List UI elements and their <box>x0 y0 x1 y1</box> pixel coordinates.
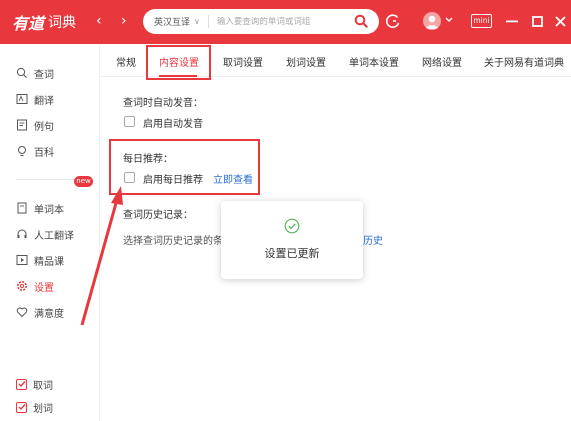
toast-message: 设置已更新 <box>264 247 320 260</box>
success-check-icon <box>284 218 300 234</box>
app-window: 有道 词典 ‹ › 英汉互译 ∨ 输入要查询的单词或词组 mini 查词 翻译 … <box>0 0 571 421</box>
settings-updated-toast: 设置已更新 <box>221 201 363 279</box>
